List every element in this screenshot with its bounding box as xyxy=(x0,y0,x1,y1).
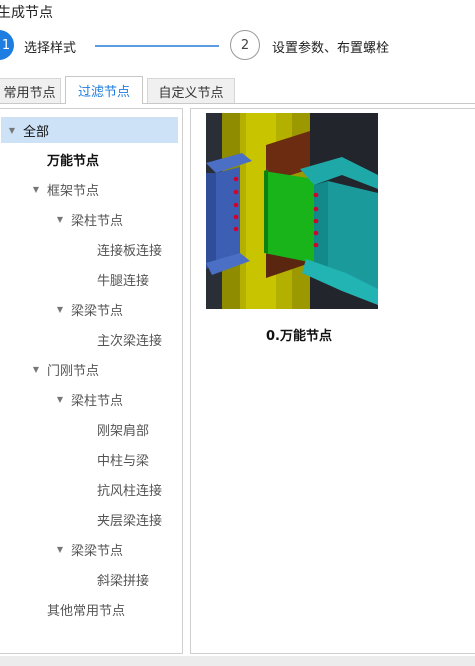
wizard-steps: 1 选择样式 2 设置参数、布置螺栓 xyxy=(0,28,475,64)
step-1-label: 选择样式 xyxy=(24,41,77,56)
tree-item-sloped-beam-splice[interactable]: 斜梁拼接 xyxy=(97,566,149,592)
dialog-title: 生成节点 xyxy=(0,5,53,21)
steel-connection-render-icon xyxy=(206,113,378,309)
tab-custom-nodes[interactable]: 自定义节点 xyxy=(147,78,235,104)
expand-arrow-icon[interactable]: ▼ xyxy=(55,395,65,404)
thumbnail-caption: 0.万能节点 xyxy=(266,329,332,344)
tree-item-middle-column-beam[interactable]: 中柱与梁 xyxy=(97,446,149,472)
tab-common-nodes[interactable]: 常用节点 xyxy=(0,78,61,104)
expand-arrow-icon[interactable]: ▼ xyxy=(55,305,65,314)
tree-item-all[interactable]: ▼ 全部 xyxy=(1,117,178,143)
tree-item-wind-column-connection[interactable]: 抗风柱连接 xyxy=(97,476,162,502)
expand-arrow-icon[interactable]: ▼ xyxy=(7,126,17,135)
tree-item-portal-beam-column-nodes[interactable]: ▼ 梁柱节点 xyxy=(55,386,123,412)
step-2-label[interactable]: 设置参数、布置螺栓 xyxy=(272,37,389,56)
tree-item-portal-frame-nodes[interactable]: ▼ 门刚节点 xyxy=(31,356,99,382)
expand-arrow-icon[interactable]: ▼ xyxy=(31,365,41,374)
tree-item-other-common-nodes[interactable]: 其他常用节点 xyxy=(47,596,125,622)
tree-item-mezzanine-beam-connection[interactable]: 夹层梁连接 xyxy=(97,506,162,532)
node-category-tabs: 常用节点 过滤节点 自定义节点 xyxy=(0,76,475,104)
tree-item-frame-nodes[interactable]: ▼ 框架节点 xyxy=(31,176,99,202)
tree-item-main-secondary-beam[interactable]: 主次梁连接 xyxy=(97,326,162,352)
tree-item-plate-connection[interactable]: 连接板连接 xyxy=(97,236,162,262)
universal-node-thumbnail[interactable] xyxy=(206,113,378,309)
bottom-strip xyxy=(0,656,475,666)
expand-arrow-icon[interactable]: ▼ xyxy=(55,545,65,554)
expand-arrow-icon[interactable]: ▼ xyxy=(55,215,65,224)
node-type-tree: ▼ 全部 万能节点 ▼ 框架节点 ▼ 梁柱节点 连接板连接 牛腿连接 ▼ 梁梁节… xyxy=(0,108,183,654)
expand-arrow-icon[interactable]: ▼ xyxy=(31,185,41,194)
node-preview-panel: 0.万能节点 xyxy=(190,108,475,654)
tree-item-universal-node[interactable]: 万能节点 xyxy=(47,146,99,172)
step-1-indicator: 1 xyxy=(0,30,14,60)
tree-item-beam-column-nodes[interactable]: ▼ 梁柱节点 xyxy=(55,206,123,232)
tree-item-corbel-connection[interactable]: 牛腿连接 xyxy=(97,266,149,292)
tree-item-beam-beam-nodes[interactable]: ▼ 梁梁节点 xyxy=(55,296,123,322)
tree-item-rigid-frame-shoulder[interactable]: 刚架肩部 xyxy=(97,416,149,442)
tree-item-portal-beam-beam-nodes[interactable]: ▼ 梁梁节点 xyxy=(55,536,123,562)
tab-filter-nodes[interactable]: 过滤节点 xyxy=(65,76,143,104)
step-connector-line xyxy=(95,45,219,47)
step-2-indicator[interactable]: 2 xyxy=(230,30,260,60)
